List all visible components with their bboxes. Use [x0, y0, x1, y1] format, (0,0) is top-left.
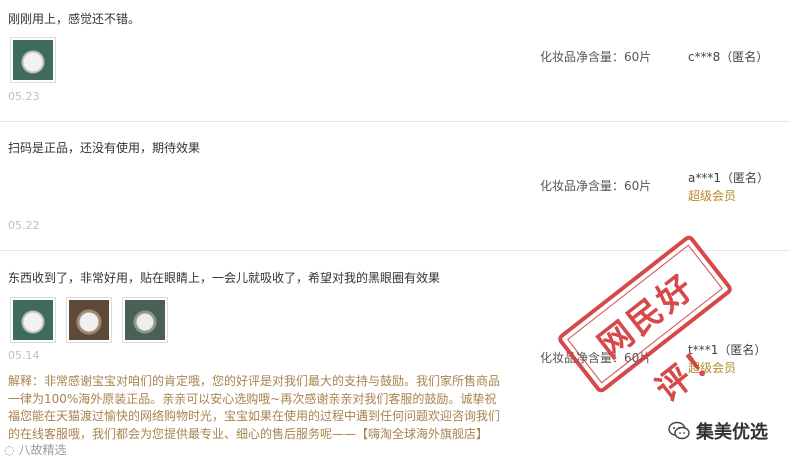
eye-patch-photo	[125, 300, 165, 340]
review-date: 05.14	[8, 349, 40, 362]
reviewer-name: a***1（匿名）	[688, 171, 769, 185]
watermark-right: 集美优选	[668, 418, 768, 444]
review-photo-thumbnail[interactable]	[10, 297, 56, 343]
wechat-icon	[668, 421, 690, 440]
seller-reply: 解释：非常感谢宝宝对咱们的肯定哦，您的好评是对我们最大的支持与鼓励。我们家所售商…	[8, 374, 501, 441]
review-text: 扫码是正品，还没有使用，期待效果	[8, 141, 201, 155]
review-photo-thumbnail[interactable]	[122, 297, 168, 343]
watermark-icon: ◌	[4, 442, 15, 457]
sku-info: 化妆品净含量：60片	[540, 50, 652, 64]
sku-info: 化妆品净含量：60片	[540, 179, 652, 193]
watermark-text: 八故精选	[18, 443, 67, 457]
watermark-text: 集美优选	[696, 422, 768, 443]
watermark-left: ◌ 八故精选	[4, 441, 67, 458]
eye-patch-photo	[13, 300, 53, 340]
member-badge: 超级会员	[688, 189, 737, 203]
review-text: 刚刚用上，感觉还不错。	[8, 12, 141, 26]
divider	[0, 121, 790, 122]
review-text: 东西收到了，非常好用，贴在眼睛上，一会儿就吸收了，希望对我的黑眼圈有效果	[8, 271, 441, 285]
eye-patch-photo	[13, 40, 53, 80]
review-date: 05.23	[8, 90, 40, 103]
reviewer-name: c***8（匿名）	[688, 50, 769, 64]
good-review-stamp: 网民好评！	[555, 233, 735, 410]
review-photo-thumbnail[interactable]	[66, 297, 112, 343]
review-date: 05.22	[8, 219, 40, 232]
review-photo-thumbnail[interactable]	[10, 37, 56, 83]
eye-patch-photo	[69, 300, 109, 340]
